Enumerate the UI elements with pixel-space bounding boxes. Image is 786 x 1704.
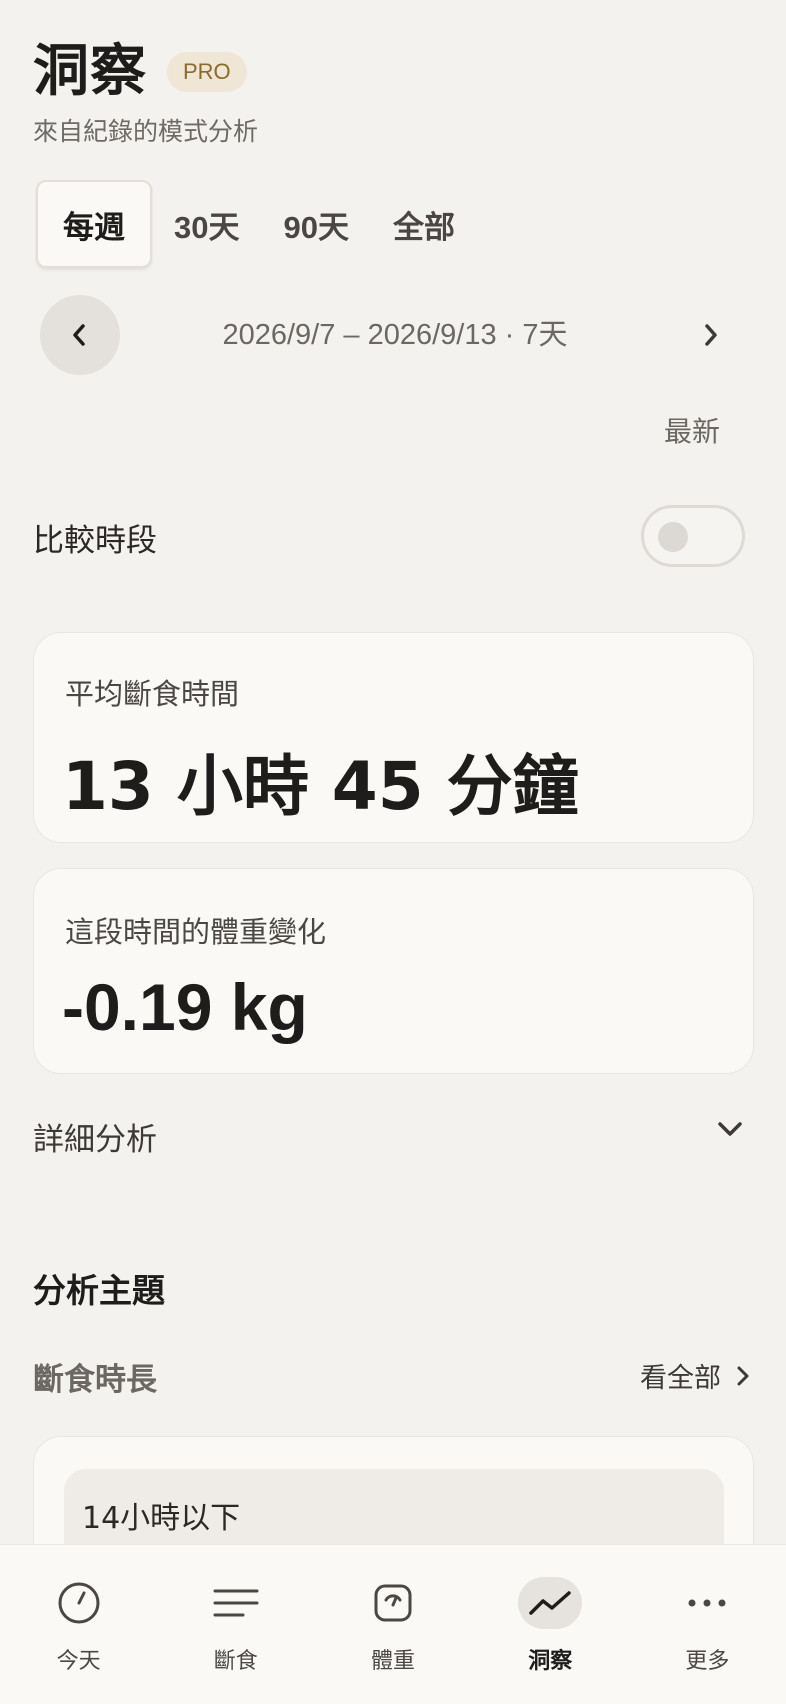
period-navigator: 2026/9/7 – 2026/9/13 · 7天 — [40, 295, 750, 377]
compare-periods-label: 比較時段 — [33, 523, 157, 559]
list-icon — [204, 1577, 268, 1629]
nav-item-insights[interactable]: 洞察 — [472, 1545, 629, 1704]
nav-item-more[interactable]: 更多 — [629, 1545, 786, 1704]
nav-item-weight[interactable]: 體重 — [314, 1545, 471, 1704]
title-row: 洞察 PRO — [33, 36, 258, 108]
pro-badge: PRO — [167, 52, 247, 92]
page-title: 洞察 — [33, 39, 147, 104]
weight-change-value: -0.19 kg — [62, 970, 308, 1044]
topic-name: 斷食時長 — [33, 1362, 157, 1398]
analysis-topics-title: 分析主題 — [33, 1271, 165, 1310]
see-all-label: 看全部 — [640, 1363, 721, 1394]
nav-label-fasting: 斷食 — [213, 1649, 258, 1674]
insights-screen: 洞察 PRO 來自紀錄的模式分析 每週 30天 90天 全部 2026/9/7 … — [0, 0, 786, 1704]
nav-label-more: 更多 — [685, 1649, 730, 1674]
clock-icon — [47, 1577, 111, 1629]
latest-button[interactable]: 最新 — [664, 410, 720, 450]
period-tabs: 每週 30天 90天 全部 — [36, 180, 477, 268]
tab-weekly[interactable]: 每週 — [36, 180, 152, 268]
previous-period-button[interactable] — [40, 295, 120, 375]
detailed-analysis-label: 詳細分析 — [33, 1122, 157, 1158]
chevron-down-icon — [718, 1122, 742, 1136]
weight-change-label: 這段時間的體重變化 — [65, 915, 327, 949]
weight-change-card: 這段時間的體重變化 -0.19 kg — [33, 868, 754, 1074]
compare-periods-toggle[interactable] — [641, 505, 745, 567]
tab-90-days[interactable]: 90天 — [261, 180, 370, 268]
tab-30-days[interactable]: 30天 — [152, 180, 261, 268]
nav-item-fasting[interactable]: 斷食 — [157, 1545, 314, 1704]
bottom-navigation: 今天 斷食 體重 洞察 更多 — [0, 1544, 786, 1704]
date-range: 2026/9/7 – 2026/9/13 · 7天 — [222, 319, 568, 351]
scale-icon — [361, 1577, 425, 1629]
see-all-button[interactable]: 看全部 — [640, 1356, 751, 1395]
trend-icon — [518, 1577, 583, 1629]
next-period-button[interactable] — [670, 295, 750, 375]
header: 洞察 PRO 來自紀錄的模式分析 — [33, 36, 258, 148]
page-subtitle: 來自紀錄的模式分析 — [33, 117, 259, 146]
chevron-left-icon — [73, 324, 85, 346]
average-fasting-value: 13 小時 45 分鐘 — [62, 748, 579, 825]
nav-label-today: 今天 — [56, 1649, 101, 1674]
detailed-analysis-toggle[interactable]: 詳細分析 — [33, 1110, 745, 1160]
more-icon — [675, 1577, 739, 1629]
average-fasting-label: 平均斷食時間 — [65, 677, 240, 711]
chevron-right-icon — [737, 1366, 749, 1385]
toggle-knob — [658, 522, 688, 552]
nav-label-insights: 洞察 — [528, 1649, 573, 1674]
chevron-right-icon — [705, 324, 717, 346]
topic-header: 斷食時長 看全部 — [33, 1354, 751, 1398]
average-fasting-card: 平均斷食時間 13 小時 45 分鐘 — [33, 632, 754, 843]
nav-item-today[interactable]: 今天 — [0, 1545, 157, 1704]
compare-periods-row: 比較時段 — [33, 505, 745, 567]
tab-all[interactable]: 全部 — [371, 180, 477, 268]
topic-bucket-label: 14小時以下 — [82, 1501, 241, 1536]
nav-label-weight: 體重 — [371, 1649, 416, 1674]
